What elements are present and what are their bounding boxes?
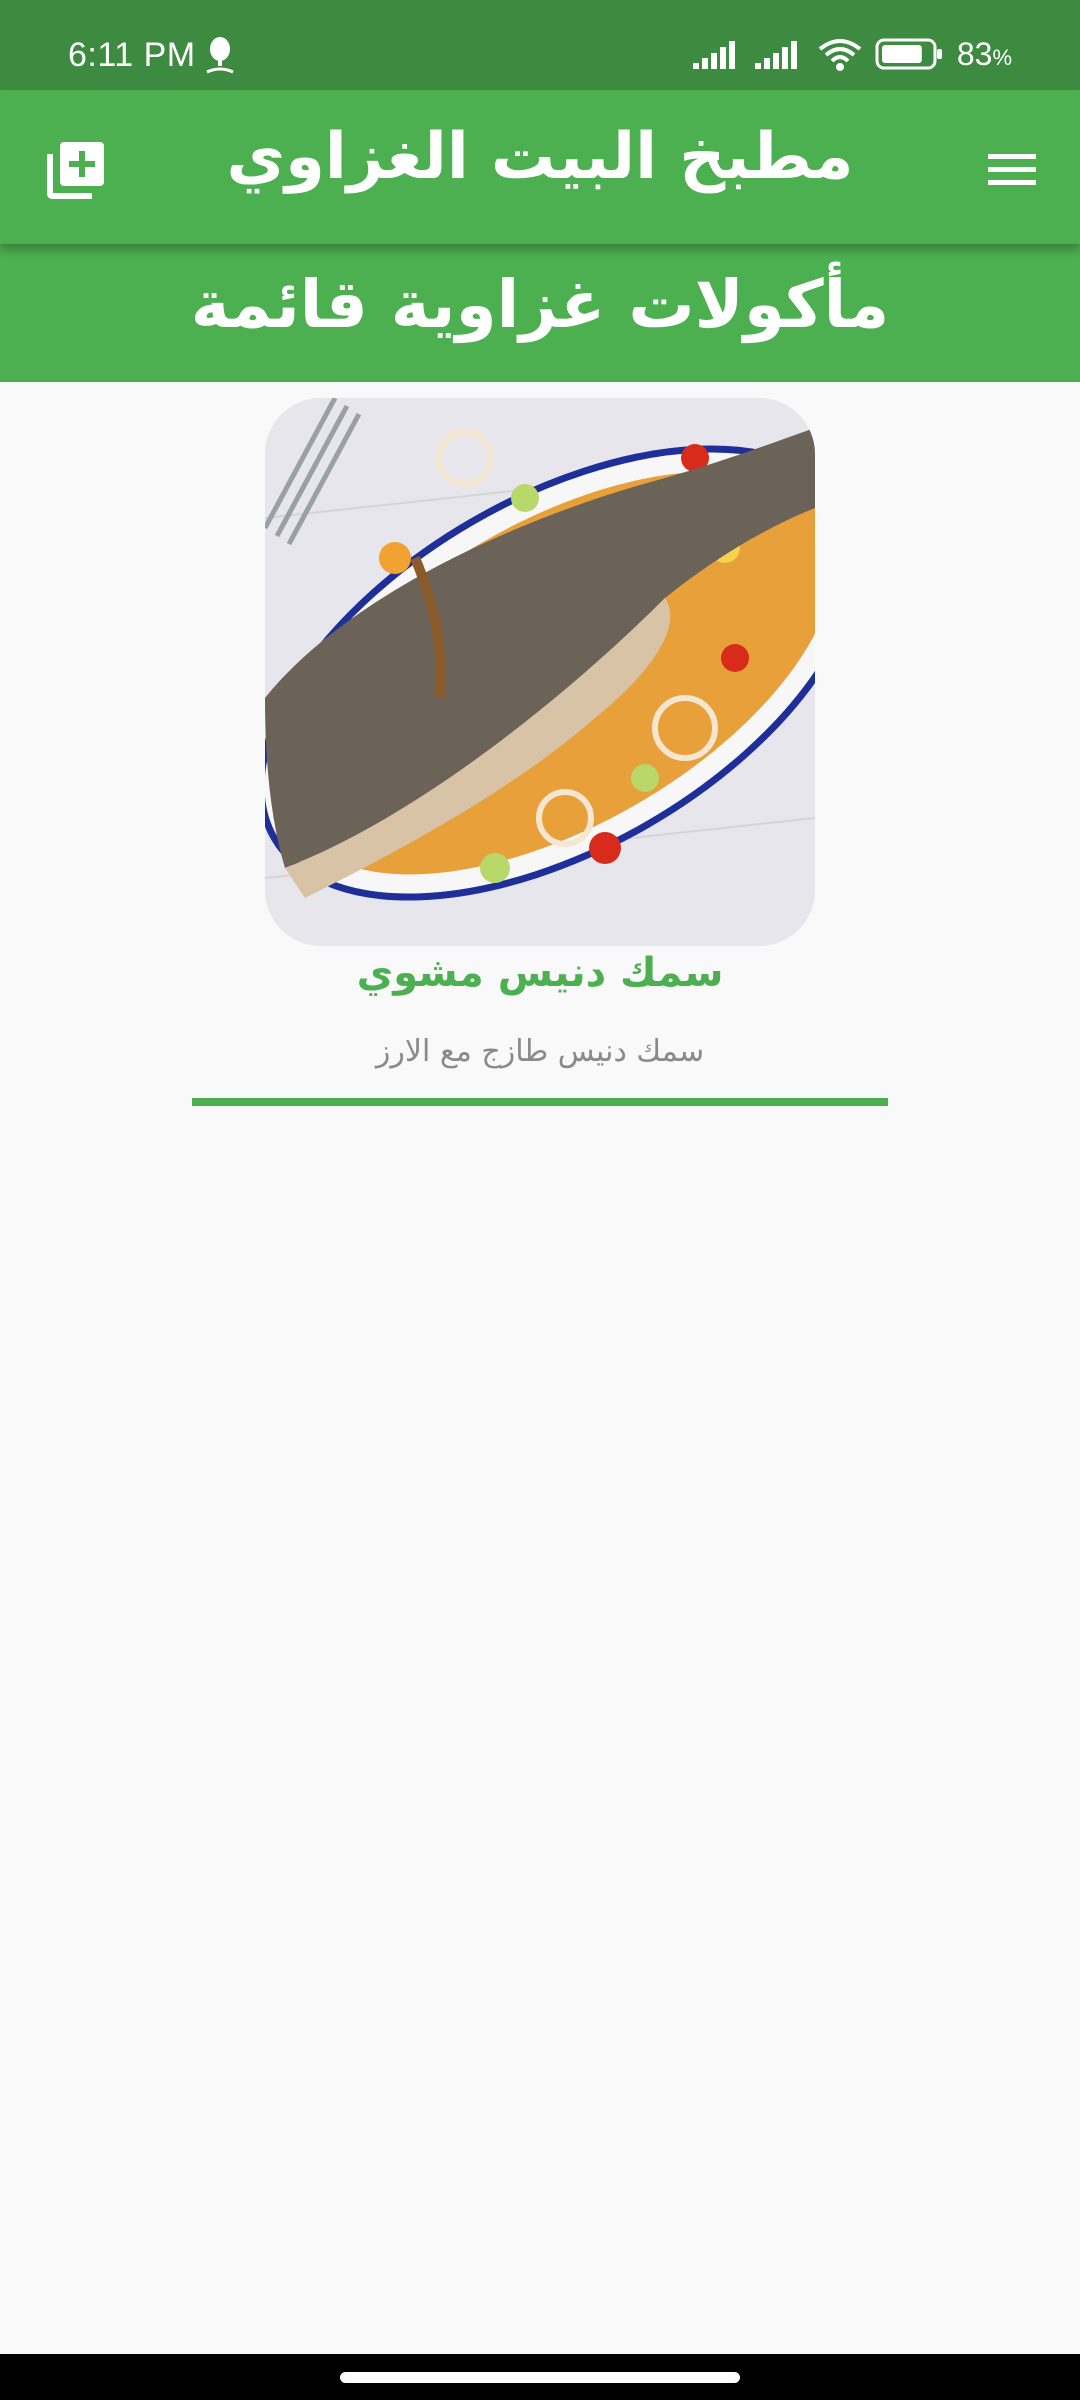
app-title: مطبخ البيت الغزاوي: [226, 120, 854, 194]
recipe-card[interactable]: سمك دنيس مشوي سمك دنيس طازج مع الارز: [0, 398, 1080, 1118]
battery-percent: 83%: [956, 35, 1012, 72]
recipe-description: سمك دنيس طازج مع الارز: [375, 1034, 705, 1069]
status-icons: 83%: [692, 34, 1012, 74]
menu-icon[interactable]: [984, 142, 1040, 198]
recipe-name: سمك دنيس مشوي: [356, 950, 724, 996]
signal-icon: [692, 39, 743, 69]
status-bar: 6:11 PM 83%: [0, 0, 1080, 90]
wifi-icon: [817, 37, 863, 71]
navigation-bar: [0, 2354, 1080, 2400]
status-time: 6:11 PM: [68, 36, 196, 74]
app-notification-icon: [203, 36, 237, 78]
category-title: مأكولات غزاوية قائمة: [190, 266, 890, 343]
signal-icon: [754, 39, 805, 69]
recipe-divider: [192, 1098, 888, 1106]
add-to-collection-icon[interactable]: [46, 140, 106, 200]
battery-icon: [875, 37, 945, 71]
home-indicator[interactable]: [340, 2372, 740, 2383]
app-bar: مطبخ البيت الغزاوي: [0, 90, 1080, 244]
recipe-image: [265, 398, 815, 946]
category-header: مأكولات غزاوية قائمة: [0, 244, 1080, 382]
